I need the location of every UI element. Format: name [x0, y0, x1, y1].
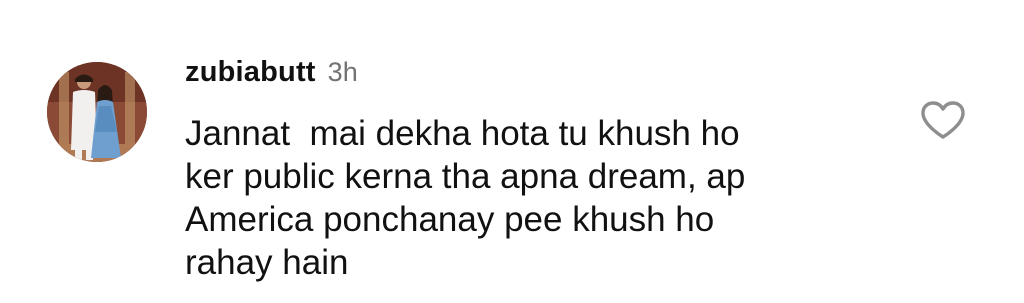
avatar[interactable] — [47, 62, 147, 162]
like-button[interactable] — [920, 100, 966, 140]
timestamp: 3h — [327, 57, 358, 87]
comment-text: Jannat mai dekha hota tu khush ho ker pu… — [185, 114, 746, 282]
avatar-photo — [47, 62, 147, 162]
comment-header: zubiabutt 3h — [185, 56, 358, 96]
username-link[interactable]: zubiabutt — [185, 56, 316, 89]
comment-item: zubiabutt 3h Jannat mai dekha hota tu kh… — [0, 0, 1024, 303]
heart-outline-icon — [921, 101, 965, 139]
